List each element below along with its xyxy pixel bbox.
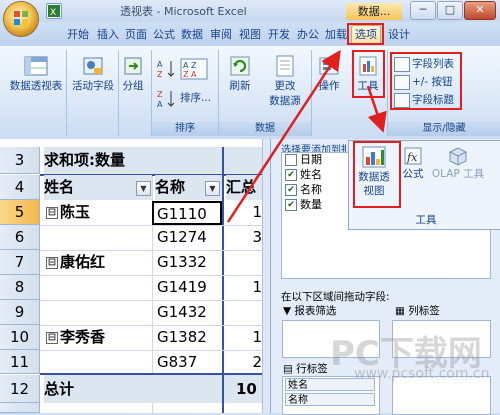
office-button[interactable] (4, 2, 38, 36)
office-logo-icon (14, 11, 28, 25)
watermark-url: www.pcsoft.com.cn (354, 366, 490, 382)
arrow-to-options-tab (226, 49, 341, 223)
arrow-to-pivotchart (366, 85, 387, 133)
